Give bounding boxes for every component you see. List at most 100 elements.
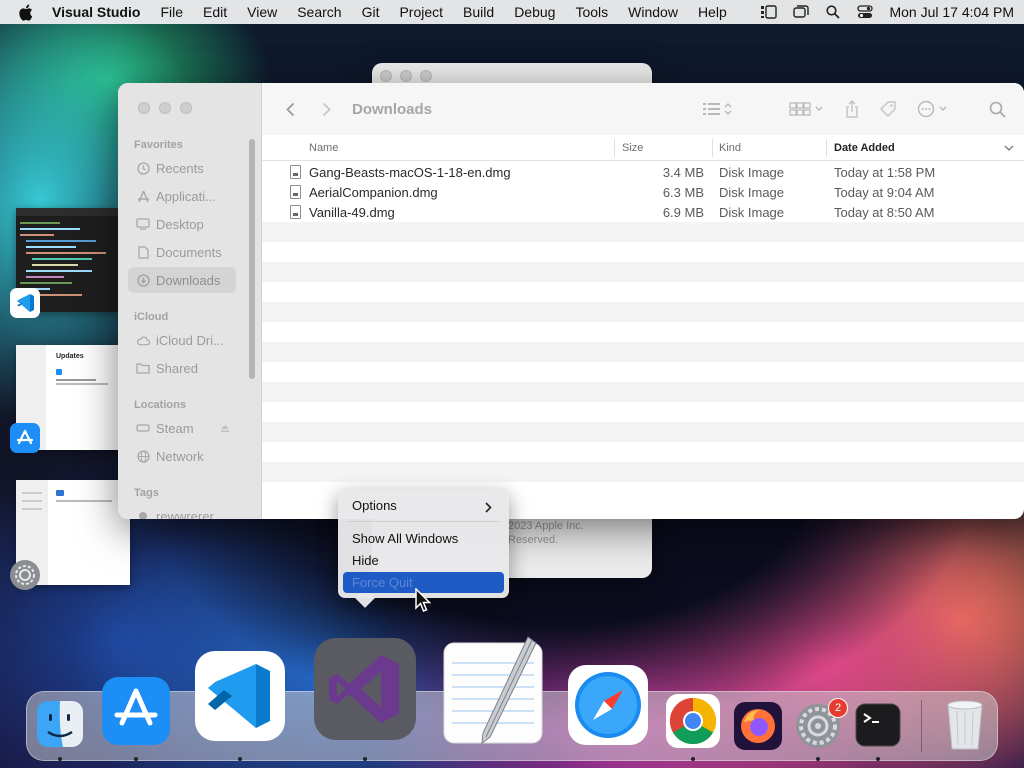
empty-row [262, 262, 1024, 282]
running-indicator [816, 757, 820, 761]
finder-window[interactable]: Favorites Recents Applicati... Desktop D… [118, 83, 1024, 519]
sidebar-item-documents[interactable]: Documents [128, 239, 236, 265]
empty-row [262, 402, 1024, 422]
apple-menu-icon[interactable] [18, 4, 36, 21]
desktop-icon [136, 217, 150, 231]
dock-divider [921, 700, 922, 752]
sidebar-item-tag[interactable]: rewwrerer [128, 503, 236, 519]
finder-icon[interactable] [36, 700, 84, 748]
spotlight-search-icon[interactable] [825, 4, 841, 20]
menu-item-options[interactable]: Options [343, 495, 504, 516]
chrome-icon[interactable] [666, 694, 720, 748]
file-date-added: Today at 9:04 AM [834, 185, 935, 200]
sort-chevron-icon[interactable] [1004, 135, 1014, 161]
safari-icon[interactable] [567, 664, 649, 746]
copyright-text: 2023 Apple Inc. Reserved. [508, 520, 584, 546]
cloud-icon [136, 333, 150, 347]
menu-debug[interactable]: Debug [514, 4, 555, 20]
menu-git[interactable]: Git [362, 4, 380, 20]
chevron-right-icon [485, 501, 492, 516]
column-date-added[interactable]: Date Added [834, 135, 895, 161]
menu-build[interactable]: Build [463, 4, 494, 20]
sidebar-item-applications[interactable]: Applicati... [128, 183, 236, 209]
menu-window[interactable]: Window [628, 4, 678, 20]
textedit-icon[interactable] [438, 633, 548, 748]
sidebar-item-shared[interactable]: Shared [128, 355, 236, 381]
minimize-icon[interactable] [159, 102, 171, 114]
sidebar-item-recents[interactable]: Recents [128, 155, 236, 181]
column-size[interactable]: Size [622, 135, 643, 161]
zoom-icon[interactable] [180, 102, 192, 114]
terminal-icon[interactable] [855, 703, 901, 747]
file-size: 6.9 MB [662, 205, 704, 220]
menu-search[interactable]: Search [297, 4, 341, 20]
file-name: AerialCompanion.dmg [309, 185, 438, 200]
column-name[interactable]: Name [309, 135, 338, 161]
stage-manager-icon[interactable] [761, 4, 778, 20]
globe-icon [136, 449, 150, 463]
finder-sidebar: Favorites Recents Applicati... Desktop D… [118, 83, 262, 519]
control-center-icon[interactable] [857, 4, 874, 20]
back-chevron-icon[interactable] [282, 101, 298, 117]
clock-icon [136, 161, 150, 175]
close-icon[interactable] [138, 102, 150, 114]
sidebar-item-network[interactable]: Network [128, 443, 236, 469]
running-indicator [238, 757, 242, 761]
close-icon[interactable] [380, 70, 392, 82]
minimize-icon[interactable] [400, 70, 412, 82]
list-view-icon[interactable] [703, 101, 733, 117]
sidebar-item-desktop[interactable]: Desktop [128, 211, 236, 237]
firefox-icon[interactable] [734, 702, 782, 750]
file-kind: Disk Image [719, 205, 785, 220]
share-icon[interactable] [845, 100, 859, 118]
window-switcher-icon[interactable] [793, 4, 810, 20]
menu-app-name[interactable]: Visual Studio [52, 4, 140, 20]
forward-chevron-icon[interactable] [318, 101, 334, 117]
empty-row [262, 342, 1024, 362]
visual-studio-icon[interactable] [313, 637, 417, 741]
document-icon [136, 245, 150, 259]
file-row[interactable]: Gang-Beasts-macOS-1-18-en.dmg 3.4 MB Dis… [262, 162, 1024, 182]
sidebar-item-downloads[interactable]: Downloads [128, 267, 236, 293]
menu-bar-clock[interactable]: Mon Jul 17 4:04 PM [889, 4, 1014, 20]
menu-project[interactable]: Project [399, 4, 443, 20]
app-store-app-icon[interactable] [10, 423, 40, 453]
sidebar-section-tags: Tags [134, 487, 159, 499]
more-actions-icon[interactable] [917, 100, 951, 118]
group-by-icon[interactable] [789, 101, 825, 117]
running-indicator [134, 757, 138, 761]
menu-tools[interactable]: Tools [575, 4, 608, 20]
running-indicator [363, 757, 367, 761]
menu-edit[interactable]: Edit [203, 4, 227, 20]
sidebar-item-icloud-drive[interactable]: iCloud Dri... [128, 327, 236, 353]
sidebar-scrollbar[interactable] [249, 139, 255, 379]
sidebar-section-favorites: Favorites [134, 139, 183, 151]
menu-file[interactable]: File [160, 4, 183, 20]
search-icon[interactable] [989, 101, 1006, 118]
menu-item-show-all-windows[interactable]: Show All Windows [343, 528, 504, 549]
column-kind[interactable]: Kind [719, 135, 741, 161]
app-store-icon[interactable] [100, 675, 172, 747]
sidebar-item-steam[interactable]: Steam [128, 415, 236, 441]
dmg-file-icon [290, 185, 301, 199]
trash-icon[interactable] [943, 697, 987, 751]
tag-icon[interactable] [879, 100, 897, 118]
system-settings-app-icon[interactable] [10, 560, 40, 590]
empty-row [262, 322, 1024, 342]
empty-row [262, 362, 1024, 382]
sidebar-section-locations: Locations [134, 399, 186, 411]
file-row[interactable]: Vanilla-49.dmg 6.9 MB Disk Image Today a… [262, 202, 1024, 222]
file-name: Gang-Beasts-macOS-1-18-en.dmg [309, 165, 511, 180]
menu-divider [348, 521, 499, 522]
menu-item-hide[interactable]: Hide [343, 550, 504, 571]
menu-help[interactable]: Help [698, 4, 727, 20]
file-kind: Disk Image [719, 165, 785, 180]
vscode-app-icon[interactable] [10, 288, 40, 318]
file-row[interactable]: AerialCompanion.dmg 6.3 MB Disk Image To… [262, 182, 1024, 202]
file-date-added: Today at 8:50 AM [834, 205, 935, 220]
eject-icon[interactable] [220, 424, 230, 433]
menu-view[interactable]: View [247, 4, 277, 20]
vscode-icon[interactable] [194, 650, 286, 742]
zoom-icon[interactable] [420, 70, 432, 82]
file-date-added: Today at 1:58 PM [834, 165, 936, 180]
